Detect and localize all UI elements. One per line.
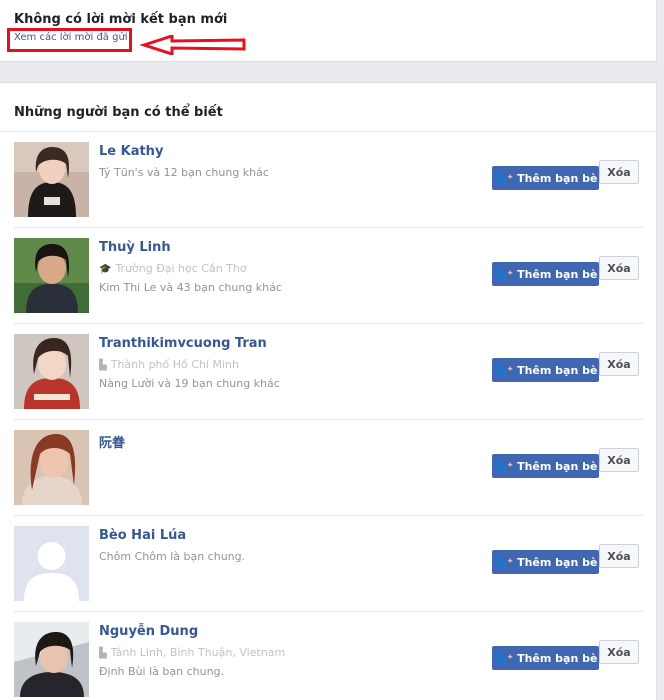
profile-photo [14,334,89,409]
person-name[interactable]: Le Kathy [99,144,163,159]
profile-photo [14,238,89,313]
suggestion-row-thuy-linh: Thuỳ Linh 🎓 Trường Đại học Cần Thơ Kim Th… [0,228,657,324]
delete-suggestion-button[interactable]: Xóa [599,352,639,376]
person-name[interactable]: 阮眷 [99,432,125,451]
friend-requests-page: Không có lời mời kết bạn mới Xem các lời… [0,0,664,700]
suggestion-row-le-kathy: Le Kathy Tý Tũn's và 12 bạn chung khác 👤… [0,132,657,228]
avatar[interactable] [14,142,89,217]
add-friend-button[interactable]: 👤⁺ Thêm bạn bè [492,358,599,382]
add-friend-icon: 👤⁺ [493,651,514,665]
add-friend-button[interactable]: 👤⁺ Thêm bạn bè [492,550,599,574]
avatar[interactable] [14,526,89,601]
add-friend-icon: 👤⁺ [493,363,514,377]
person-name[interactable]: Bèo Hai Lúa [99,528,186,543]
add-friend-icon: 👤⁺ [493,459,514,473]
default-avatar-icon [14,526,89,601]
add-friend-icon: 👤⁺ [493,555,514,569]
avatar[interactable] [14,238,89,313]
delete-suggestion-button[interactable]: Xóa [599,640,639,664]
people-you-may-know-heading: Những người bạn có thể biết [14,105,223,120]
education-info: 🎓 Trường Đại học Cần Thơ [99,262,247,275]
avatar[interactable] [14,622,89,697]
profile-photo [14,142,89,217]
add-friend-label: Thêm bạn bè [517,363,598,377]
friend-requests-card: Không có lời mời kết bạn mới Xem các lời… [0,0,657,62]
add-friend-button[interactable]: 👤⁺ Thêm bạn bè [492,262,599,286]
mutual-friends-text: Chôm Chôm là bạn chung. [99,550,246,563]
no-requests-title: Không có lời mời kết bạn mới [14,12,228,27]
suggestion-row-4: 阮眷 👤⁺ Thêm bạn bè Xóa [0,420,657,516]
add-friend-icon: 👤⁺ [493,267,514,281]
add-friend-label: Thêm bạn bè [517,171,598,185]
location-info: ▙ Thành phố Hồ Chí Minh [99,358,239,371]
add-friend-label: Thêm bạn bè [517,651,598,665]
delete-suggestion-button[interactable]: Xóa [599,256,639,280]
add-friend-label: Thêm bạn bè [517,267,598,281]
avatar[interactable] [14,334,89,409]
school-icon: 🎓 [99,264,112,275]
add-friend-button[interactable]: 👤⁺ Thêm bạn bè [492,454,599,478]
add-friend-button[interactable]: 👤⁺ Thêm bạn bè [492,166,599,190]
mutual-friends-text: Tý Tũn's và 12 bạn chung khác [99,166,269,179]
delete-suggestion-button[interactable]: Xóa [599,160,639,184]
delete-suggestion-button[interactable]: Xóa [599,544,639,568]
profile-photo [14,430,89,505]
person-name[interactable]: Tranthikimvcuong Tran [99,336,267,351]
location-icon: ▙ [99,360,107,371]
avatar[interactable] [14,430,89,505]
mutual-friends-text: Kim Thi Le và 43 bạn chung khác [99,281,282,294]
delete-suggestion-button[interactable]: Xóa [599,448,639,472]
location-icon: ▙ [99,648,107,659]
view-sent-requests-link[interactable]: Xem các lời mời đã gửi [14,32,128,43]
add-friend-icon: 👤⁺ [493,171,514,185]
mutual-friends-text: Định Bùi là bạn chung. [99,665,225,678]
add-friend-label: Thêm bạn bè [517,555,598,569]
profile-photo [14,622,89,697]
person-name[interactable]: Thuỳ Linh [99,240,171,255]
people-you-may-know-card: Những người bạn có thể biết Le Kathy Tý … [0,82,657,700]
person-name[interactable]: Nguyễn Dung [99,624,198,639]
location-info: ▙ Tánh Linh, Bình Thuận, Vietnam [99,646,286,659]
suggestion-row-tranthikimvcuong-tran: Tranthikimvcuong Tran ▙ Thành phố Hồ Chí … [0,324,657,420]
suggestion-row-nguyen-dung: Nguyễn Dung ▙ Tánh Linh, Bình Thuận, Viet… [0,612,657,700]
mutual-friends-text: Nàng Lười và 19 bạn chung khác [99,377,280,390]
add-friend-button[interactable]: 👤⁺ Thêm bạn bè [492,646,599,670]
suggestion-row-beo-hai-lua: Bèo Hai Lúa Chôm Chôm là bạn chung. 👤⁺ T… [0,516,657,612]
annotation-arrow-icon [140,35,246,55]
add-friend-label: Thêm bạn bè [517,459,598,473]
